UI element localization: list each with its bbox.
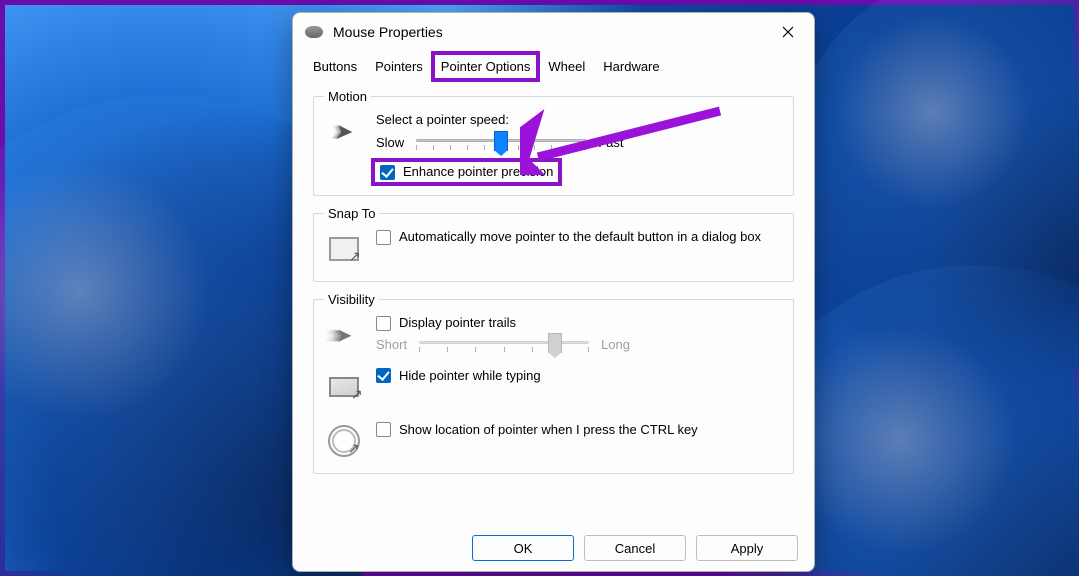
- motion-legend: Motion: [324, 89, 371, 104]
- pointer-speed-icon: ➤: [324, 112, 364, 152]
- enhance-precision-label: Enhance pointer precision: [403, 164, 553, 179]
- ok-button[interactable]: OK: [472, 535, 574, 561]
- trails-label: Display pointer trails: [399, 315, 516, 330]
- tab-buttons[interactable]: Buttons: [309, 55, 361, 80]
- motion-group: Motion ➤ Select a pointer speed: Slow Fa…: [313, 89, 794, 196]
- snapto-label: Automatically move pointer to the defaul…: [399, 229, 761, 244]
- visibility-legend: Visibility: [324, 292, 379, 307]
- select-speed-label: Select a pointer speed:: [376, 112, 783, 127]
- mouse-icon: [305, 26, 323, 38]
- trails-checkbox[interactable]: [376, 316, 391, 331]
- slider-thumb[interactable]: [494, 131, 508, 151]
- visibility-group: Visibility ➤ Display pointer trails Shor…: [313, 292, 794, 474]
- snapto-icon: [324, 229, 364, 269]
- cancel-button[interactable]: Cancel: [584, 535, 686, 561]
- tab-strip: Buttons Pointers Pointer Options Wheel H…: [293, 51, 814, 81]
- dialog-content: Motion ➤ Select a pointer speed: Slow Fa…: [293, 81, 814, 529]
- snapto-group: Snap To Automatically move pointer to th…: [313, 206, 794, 282]
- window-title: Mouse Properties: [333, 24, 770, 40]
- slow-label: Slow: [376, 135, 404, 150]
- hide-typing-checkbox[interactable]: [376, 368, 391, 383]
- pointer-speed-slider[interactable]: [416, 133, 586, 151]
- hide-typing-icon: [324, 367, 364, 407]
- apply-button[interactable]: Apply: [696, 535, 798, 561]
- ctrl-locate-label: Show location of pointer when I press th…: [399, 422, 698, 437]
- close-icon: [782, 26, 794, 38]
- titlebar: Mouse Properties: [293, 13, 814, 51]
- tab-wheel[interactable]: Wheel: [544, 55, 589, 80]
- dialog-buttons: OK Cancel Apply: [293, 529, 814, 571]
- snapto-legend: Snap To: [324, 206, 379, 221]
- ctrl-locate-checkbox[interactable]: [376, 422, 391, 437]
- fast-label: Fast: [598, 135, 623, 150]
- mouse-properties-dialog: Mouse Properties Buttons Pointers Pointe…: [292, 12, 815, 572]
- tab-hardware[interactable]: Hardware: [599, 55, 663, 80]
- enhance-precision-checkbox[interactable]: [380, 165, 395, 180]
- close-button[interactable]: [770, 17, 806, 47]
- tab-pointers[interactable]: Pointers: [371, 55, 427, 80]
- trails-slider: [419, 335, 589, 353]
- tab-pointer-options[interactable]: Pointer Options: [437, 55, 535, 80]
- hide-typing-label: Hide pointer while typing: [399, 368, 541, 383]
- long-label: Long: [601, 337, 630, 352]
- ctrl-locate-icon: ↖: [324, 421, 364, 461]
- slider-thumb: [548, 333, 562, 353]
- trails-icon: ➤: [324, 315, 364, 355]
- short-label: Short: [376, 337, 407, 352]
- snapto-checkbox[interactable]: [376, 230, 391, 245]
